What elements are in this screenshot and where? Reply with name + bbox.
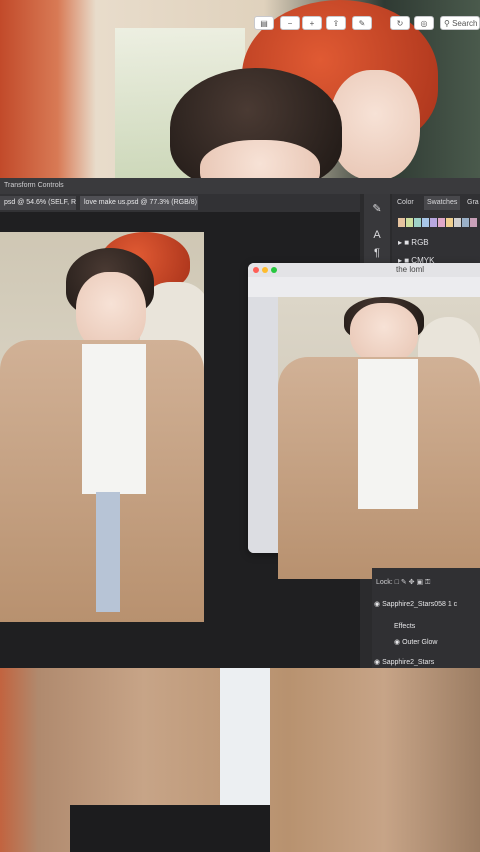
tab-gradients[interactable]: Gra [464,196,480,210]
tab-swatches[interactable]: Swatches [424,196,461,210]
rotate-icon[interactable]: ↻ [390,16,410,30]
layer-row[interactable]: ◉ Sapphire2_Stars058 1 c [374,598,480,612]
color-swatch[interactable] [398,218,405,227]
layers-lock-row: Lock: □ ✎ ✥ ▣ ⚿ [372,576,480,590]
preview-sidebar [248,297,278,553]
layer-name: Sapphire2_Stars058 1 c [382,601,458,608]
layer-name: Sapphire2_Stars [382,659,435,666]
minimize-dot[interactable] [262,267,268,273]
zoom-in-icon[interactable]: + [302,16,322,30]
color-swatch[interactable] [414,218,421,227]
search-icon: ⚲ [444,19,450,28]
effect-label: Outer Glow [402,639,438,646]
share-icon[interactable]: ⇪ [326,16,346,30]
tab-color[interactable]: Color [394,196,417,210]
layer-effect-row[interactable]: ◉ Outer Glow [374,636,480,650]
search-field[interactable]: ⚲ Search [440,16,480,30]
lock-label: Lock: [376,579,393,586]
color-swatch[interactable] [422,218,429,227]
effects-label: Effects [394,623,416,630]
maximize-dot[interactable] [271,267,277,273]
color-swatch[interactable] [406,218,413,227]
options-bar: Transform Controls [0,178,480,194]
background-shirt [220,668,270,828]
preview-title: the loml [396,265,425,274]
visibility-eye-icon[interactable]: ◉ [394,639,400,646]
document-tab-2[interactable]: love make us.psd @ 77.3% (RGB/8) [80,196,198,210]
visibility-eye-icon[interactable]: ◉ [374,601,380,608]
folder-label: RGB [411,238,429,247]
type-tool-icon[interactable]: A [368,226,386,244]
pen-tool-icon[interactable]: ✎ [368,200,386,218]
canvas-photo [0,232,204,622]
layer-effects-row[interactable]: Effects [374,620,480,634]
preview-title-bar: the loml [248,263,480,277]
color-swatch[interactable] [462,218,469,227]
color-swatch[interactable] [446,218,453,227]
close-dot[interactable] [253,267,259,273]
annotate-icon[interactable]: ◎ [414,16,434,30]
preview-toolbar [248,277,480,298]
background-pants [70,805,270,852]
markup-icon[interactable]: ✎ [352,16,372,30]
visibility-eye-icon[interactable]: ◉ [374,659,380,666]
color-swatch[interactable] [470,218,477,227]
search-label: Search [452,19,478,28]
color-swatch[interactable] [454,218,461,227]
sidebar-toggle-icon[interactable]: ▤ [254,16,274,30]
lock-icons[interactable]: □ ✎ ✥ ▣ ⚿ [395,579,431,586]
color-swatch[interactable] [438,218,445,227]
folder-icon: ▸ ■ [398,238,412,247]
zoom-out-icon[interactable]: − [280,16,300,30]
document-tab-1[interactable]: psd @ 54.6% (SELF, RGB/8) [0,196,76,210]
preview-photo [278,297,480,579]
paragraph-icon[interactable]: ¶ [368,244,386,262]
swatch-folder-rgb[interactable]: ▸ ■ RGB [398,236,429,250]
background-person-face [330,70,420,180]
color-swatch[interactable] [430,218,437,227]
